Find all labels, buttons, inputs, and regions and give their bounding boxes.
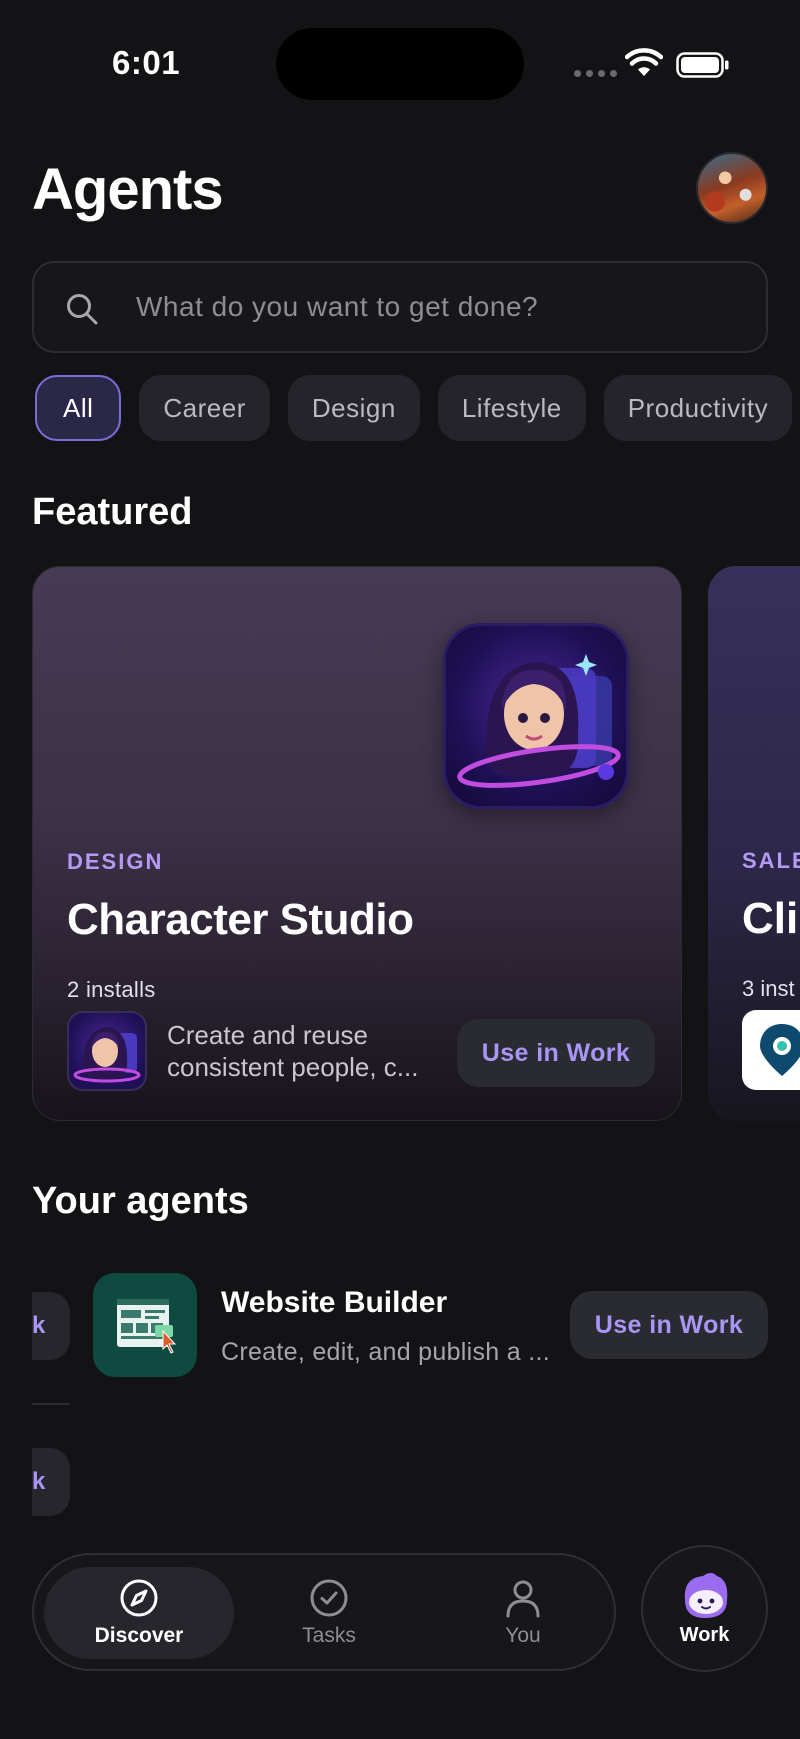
agent-use-in-work-button[interactable]: Use in Work [570, 1291, 768, 1359]
page-title: Agents [32, 157, 224, 222]
status-time: 6:01 [112, 44, 181, 81]
card-category: DESIGN [67, 849, 164, 874]
card-install-count: 3 inst [742, 976, 795, 1001]
dynamic-island [276, 28, 524, 100]
your-agents-section-title: Your agents [32, 1180, 249, 1222]
agent-description: Create, edit, and publish a ... [221, 1338, 550, 1366]
card-title: Character Studio [67, 895, 414, 944]
filter-chip-design[interactable]: Design [287, 375, 420, 441]
card-description: Create and reuse consistent people, c... [167, 1020, 419, 1082]
nav-label: Tasks [302, 1624, 356, 1647]
featured-card-partial[interactable]: SALE Cli 3 inst [708, 566, 800, 1121]
compass-icon [120, 1579, 158, 1617]
filter-chip-lifestyle[interactable]: Lifestyle [437, 375, 586, 441]
featured-card-character-studio[interactable]: DESIGN Character Studio 2 installs Creat… [32, 566, 682, 1121]
person-icon [506, 1580, 540, 1618]
work-label: Work [679, 1624, 730, 1646]
search-bar[interactable] [32, 261, 768, 353]
partial-button-label: k [32, 1312, 46, 1339]
battery-icon [676, 52, 729, 78]
website-builder-icon [93, 1273, 197, 1377]
featured-section-title: Featured [32, 491, 193, 533]
nav-tasks[interactable]: Tasks [234, 1567, 424, 1659]
card-title: Cli [742, 894, 799, 943]
avatar[interactable] [696, 152, 768, 224]
partial-use-in-work-button[interactable]: k [32, 1448, 70, 1516]
card-install-count: 2 installs [67, 977, 156, 1002]
wifi-icon [625, 48, 663, 76]
agent-name[interactable]: Website Builder [221, 1286, 447, 1320]
search-icon [67, 294, 98, 325]
location-pin-icon [742, 1010, 800, 1090]
character-studio-small-icon [67, 1011, 147, 1091]
cellular-signal-icon [574, 70, 617, 77]
nav-you[interactable]: You [428, 1567, 618, 1659]
check-circle-icon [310, 1579, 348, 1617]
filter-chip-productivity[interactable]: Productivity [603, 375, 793, 441]
nav-discover[interactable]: Discover [44, 1567, 234, 1659]
filter-chip-career[interactable]: Career [139, 375, 270, 441]
status-bar: 6:01 [0, 0, 800, 110]
partial-use-in-work-button[interactable]: k [32, 1292, 70, 1360]
character-studio-icon [443, 623, 629, 809]
nav-label: You [505, 1624, 541, 1647]
filter-chip-all[interactable]: All [35, 375, 122, 441]
mascot-icon [684, 1573, 727, 1618]
nav-label: Discover [94, 1624, 184, 1647]
bottom-nav: Discover Tasks You [32, 1553, 616, 1671]
partial-button-label: k [32, 1468, 46, 1495]
search-input[interactable] [136, 263, 736, 351]
use-in-work-button[interactable]: Use in Work [457, 1019, 655, 1087]
card-category: SALE [742, 848, 800, 873]
list-divider [32, 1403, 70, 1405]
work-button[interactable]: Work [641, 1545, 768, 1672]
category-filter-bar: All Career Design Lifestyle Productivity [35, 375, 793, 441]
